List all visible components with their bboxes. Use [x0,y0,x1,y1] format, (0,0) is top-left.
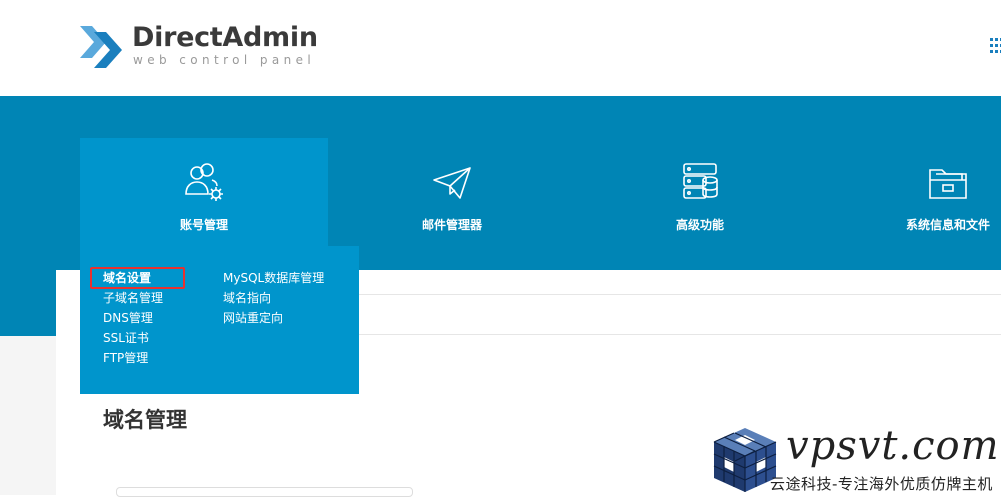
dropdown-column-1: 域名设置 子域名管理 DNS管理 SSL证书 FTP管理 [103,268,163,368]
menu-item-ftp-management[interactable]: FTP管理 [103,348,163,368]
left-panel [0,336,56,495]
nav-label: 系统信息和文件 [905,218,990,232]
logo-title: DirectAdmin [132,22,318,53]
nav-item-mail-manager[interactable]: 邮件管理器 [328,138,576,270]
grid-icon[interactable] [990,38,1001,54]
directadmin-logo[interactable]: DirectAdmin web control panel [80,20,320,72]
divider [359,334,1001,335]
watermark-tagline: 云途科技-专注海外优质仿牌主机 [770,475,993,493]
paper-plane-icon [433,167,471,199]
divider [359,294,1001,295]
logo-chevron-icon [80,26,122,68]
folder-icon [929,169,967,199]
menu-item-site-redirection[interactable]: 网站重定向 [223,308,324,328]
logo-subtitle: web control panel [133,53,316,67]
rubiks-cube-icon [713,428,777,492]
page-title: 域名管理 [103,408,187,432]
menu-item-mysql-management[interactable]: MySQL数据库管理 [223,268,324,288]
menu-item-dns-management[interactable]: DNS管理 [103,308,163,328]
menu-item-domain-pointers[interactable]: 域名指向 [223,288,324,308]
band-extension [0,270,56,336]
dropdown-column-2: MySQL数据库管理 域名指向 网站重定向 [223,268,324,328]
nav-label: 高级功能 [675,218,724,232]
nav-item-system-info-files[interactable]: 系统信息和文件 [824,138,1001,270]
nav-label: 账号管理 [179,218,228,232]
nav-label: 邮件管理器 [421,218,482,232]
watermark-domain: vpsvt.com [786,423,1000,469]
server-database-icon [683,163,718,199]
account-management-dropdown: 域名设置 子域名管理 DNS管理 SSL证书 FTP管理 MySQL数据库管理 … [80,246,359,394]
menu-item-ssl-certificate[interactable]: SSL证书 [103,328,163,348]
nav-item-advanced-features[interactable]: 高级功能 [576,138,824,270]
menu-item-domain-settings[interactable]: 域名设置 [103,268,163,288]
content-card [116,487,413,497]
menu-item-subdomain-management[interactable]: 子域名管理 [103,288,163,308]
users-gear-icon [185,163,223,201]
header: DirectAdmin web control panel [0,0,1001,96]
